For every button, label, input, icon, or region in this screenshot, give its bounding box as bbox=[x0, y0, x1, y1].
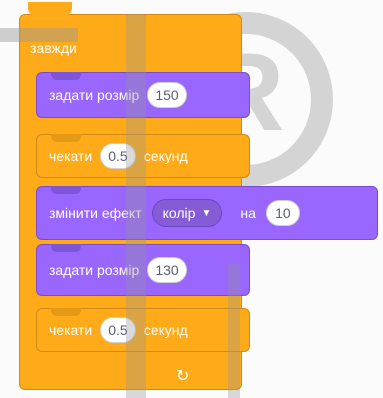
forever-label: завжди bbox=[30, 40, 77, 56]
effect-dropdown-value: колір bbox=[162, 205, 196, 221]
wait-label: чекати bbox=[49, 322, 93, 338]
loop-arrow-icon: ↻ bbox=[176, 368, 190, 385]
seconds-label: секунд bbox=[143, 148, 188, 164]
change-effect-block[interactable]: змінити ефект колір ▼ на 10 bbox=[36, 186, 378, 240]
effect-dropdown[interactable]: колір ▼ bbox=[151, 199, 223, 227]
watermark-bar bbox=[126, 14, 146, 398]
block-notch bbox=[51, 134, 81, 142]
watermark-bar bbox=[0, 28, 78, 42]
block-notch bbox=[51, 186, 81, 194]
scratch-code-area: R завжди задати розмір 150 чекати 0.5 се… bbox=[0, 0, 383, 398]
block-notch bbox=[51, 72, 81, 80]
size-input[interactable]: 130 bbox=[147, 257, 187, 283]
seconds-label: секунд bbox=[143, 322, 188, 338]
block-notch bbox=[51, 308, 81, 316]
block-notch bbox=[51, 244, 81, 252]
watermark-bar bbox=[228, 264, 240, 398]
by-label: на bbox=[240, 205, 256, 221]
wait-label: чекати bbox=[49, 148, 93, 164]
effect-amount-input[interactable]: 10 bbox=[265, 200, 300, 226]
size-input[interactable]: 150 bbox=[147, 82, 187, 108]
forever-hat-notch bbox=[28, 2, 72, 16]
caret-down-icon: ▼ bbox=[201, 207, 212, 219]
